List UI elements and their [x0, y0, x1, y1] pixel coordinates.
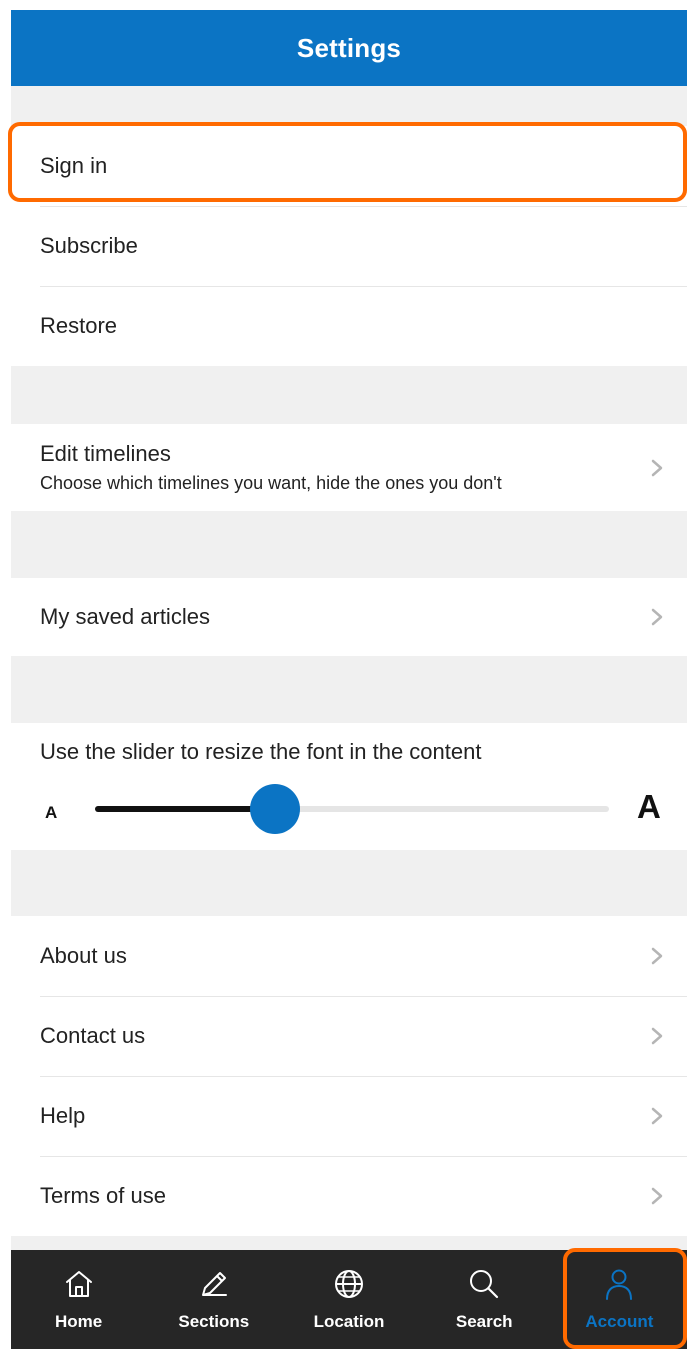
edit-timelines-label: Edit timelines [40, 440, 171, 466]
header-bar: Settings [11, 10, 687, 86]
tab-sections-label: Sections [178, 1312, 250, 1331]
timelines-group: Edit timelines Choose which timelines yo… [11, 424, 687, 511]
account-group: Sign in Subscribe Restore [11, 126, 687, 366]
chevron-right-icon [651, 608, 663, 626]
page-title: Settings [296, 32, 402, 63]
font-size-caption: Use the slider to resize the font in the… [40, 739, 482, 764]
chevron-right-icon [651, 1107, 663, 1125]
subscribe-row[interactable]: Subscribe [11, 206, 687, 286]
info-group: About us Contact us Help Terms of use [11, 916, 687, 1236]
tab-location-label: Location [313, 1312, 385, 1331]
bottom-tab-bar: Home Sections Location Search Account [11, 1250, 687, 1349]
tab-home[interactable]: Home [11, 1250, 146, 1349]
person-icon [606, 1269, 633, 1300]
search-icon [470, 1270, 499, 1299]
tab-sections[interactable]: Sections [146, 1250, 281, 1349]
subscribe-label: Subscribe [40, 233, 138, 258]
tab-search[interactable]: Search [417, 1250, 552, 1349]
font-size-section: Use the slider to resize the font in the… [11, 723, 687, 850]
edit-timelines-row[interactable]: Edit timelines Choose which timelines yo… [11, 424, 687, 511]
font-small-label: A [45, 803, 58, 822]
saved-articles-label: My saved articles [40, 604, 210, 629]
saved-articles-row[interactable]: My saved articles [11, 578, 687, 656]
contact-us-label: Contact us [40, 1023, 146, 1048]
pencil-icon [201, 1272, 227, 1296]
help-label: Help [40, 1103, 86, 1128]
chevron-right-icon [651, 1187, 663, 1205]
home-icon [65, 1271, 92, 1297]
settings-screen: Settings Sign in Subscribe Restore Edit … [11, 10, 687, 1349]
sign-in-row[interactable]: Sign in [11, 126, 687, 206]
terms-of-use-row[interactable]: Terms of use [11, 1156, 687, 1236]
font-size-slider-thumb[interactable] [249, 784, 300, 834]
contact-us-row[interactable]: Contact us [11, 996, 687, 1076]
about-us-row[interactable]: About us [11, 916, 687, 996]
font-large-label: A [637, 788, 661, 825]
tab-location[interactable]: Location [281, 1250, 416, 1349]
saved-group: My saved articles [11, 578, 687, 656]
tab-account[interactable]: Account [552, 1250, 687, 1349]
help-row[interactable]: Help [11, 1076, 687, 1156]
restore-row[interactable]: Restore [11, 286, 687, 366]
chevron-right-icon [651, 947, 663, 965]
terms-of-use-label: Terms of use [40, 1183, 166, 1208]
about-us-label: About us [40, 943, 127, 968]
chevron-right-icon [651, 1027, 663, 1045]
tab-search-label: Search [455, 1312, 513, 1331]
tab-home-label: Home [54, 1312, 103, 1331]
tab-account-label: Account [585, 1312, 654, 1331]
sign-in-label: Sign in [40, 153, 108, 178]
restore-label: Restore [40, 313, 118, 338]
globe-icon [335, 1270, 363, 1298]
font-size-slider[interactable] [95, 784, 609, 834]
chevron-right-icon [651, 459, 663, 476]
edit-timelines-caption: Choose which timelines you want, hide th… [40, 472, 502, 493]
font-size-slider-fill [95, 806, 275, 812]
